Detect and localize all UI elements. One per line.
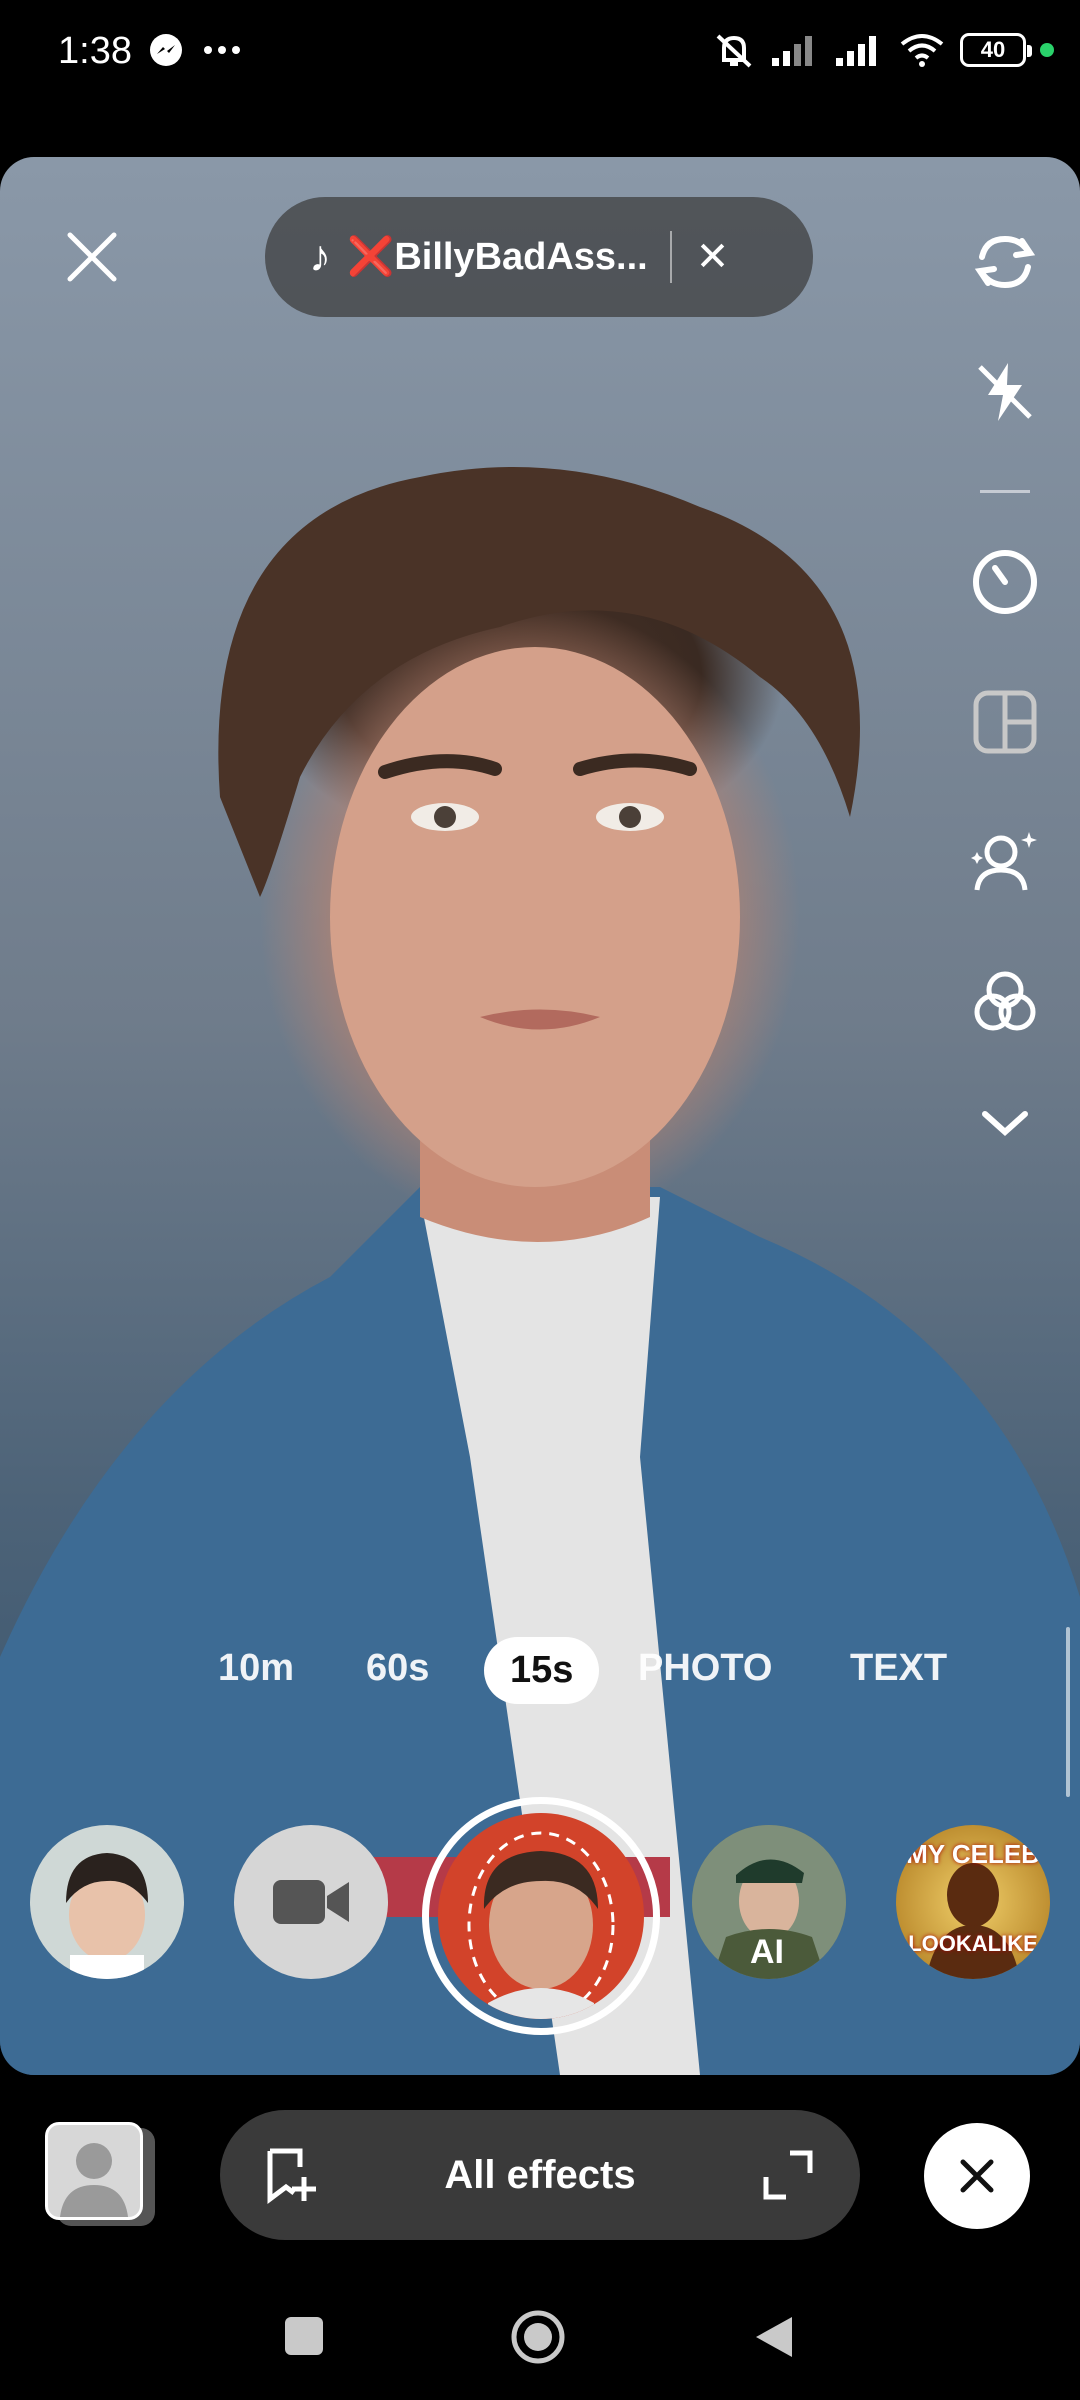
all-effects-pill[interactable]: All effects — [220, 2110, 860, 2240]
gallery-button[interactable] — [45, 2122, 143, 2220]
close-camera-icon[interactable] — [62, 227, 122, 287]
mode-text[interactable]: TEXT — [850, 1647, 947, 1690]
timer-icon — [973, 550, 1037, 614]
celeb-lookalike-effect[interactable]: MY CELEB LOOKALIKE — [896, 1825, 1050, 1979]
more-tools-button[interactable] — [960, 1077, 1050, 1167]
close-effects-button[interactable] — [924, 2123, 1030, 2229]
soldier-ai-effect[interactable]: AI — [692, 1825, 846, 1979]
mode-60s[interactable]: 60s — [366, 1647, 429, 1690]
video-effect[interactable] — [234, 1825, 388, 1979]
mode-15s[interactable]: 15s — [484, 1637, 600, 1704]
celeb-label-line1: MY CELEB — [906, 1839, 1040, 1869]
face-thumb-red — [438, 1813, 644, 2019]
status-bar: 1:38 40 — [0, 0, 1080, 110]
recents-icon[interactable] — [283, 2315, 325, 2357]
mute-icon — [716, 34, 752, 68]
avatar-placeholder-icon — [60, 2143, 128, 2217]
battery-level: 40 — [980, 37, 1006, 62]
portrait-effect[interactable] — [30, 1825, 184, 1979]
green-dot — [1040, 43, 1054, 57]
effects-carousel: AI MY CELEB LOOKALIKE — [0, 1797, 1080, 2037]
signal-icon — [836, 36, 876, 66]
mode-10m[interactable]: 10m — [218, 1647, 294, 1690]
status-time: 1:38 — [58, 30, 132, 72]
music-pill[interactable]: ♪ ❌BillyBadAss... ✕ — [265, 197, 813, 317]
bottom-bar: All effects — [0, 2075, 1080, 2275]
ai-badge: AI — [750, 1933, 784, 1971]
capture-modes: 10m 60s 15s PHOTO TEXT — [0, 1637, 1080, 1717]
mode-photo[interactable]: PHOTO — [638, 1647, 772, 1690]
expand-icon[interactable] — [760, 2147, 816, 2203]
battery-icon: 40 — [960, 33, 1032, 67]
status-left-icons — [148, 32, 242, 68]
signal-icon — [772, 36, 812, 66]
flash-off-icon — [978, 363, 1032, 421]
layout-button[interactable] — [960, 677, 1050, 767]
music-note-icon: ♪ — [309, 232, 331, 281]
wifi-icon — [900, 34, 944, 67]
messenger-icon — [150, 34, 182, 66]
retouch-button[interactable] — [960, 817, 1050, 907]
selected-effect[interactable] — [422, 1797, 660, 2035]
rail-separator — [980, 490, 1030, 493]
pill-divider — [669, 231, 672, 283]
camera-viewport[interactable]: ♪ ❌BillyBadAss... ✕ 10m 60s 15s PHOTO TE… — [0, 157, 1080, 2075]
status-right-icons: 40 — [712, 30, 1054, 70]
filters-icon — [974, 971, 1036, 1031]
music-title: ❌BillyBadAss... — [347, 236, 648, 278]
home-icon[interactable] — [510, 2309, 566, 2365]
close-icon — [960, 2159, 994, 2193]
remove-music-button[interactable]: ✕ — [696, 234, 730, 280]
layout-icon — [973, 690, 1037, 754]
face-thumb — [66, 1853, 148, 1979]
camera-preview — [0, 467, 1080, 2075]
filters-button[interactable] — [960, 957, 1050, 1047]
timer-button[interactable] — [960, 537, 1050, 627]
flip-camera-button[interactable] — [960, 217, 1050, 307]
flip-camera-icon — [974, 235, 1036, 289]
video-camera-icon — [273, 1880, 349, 1924]
back-icon[interactable] — [752, 2315, 796, 2359]
more-dots-icon — [204, 46, 240, 54]
system-nav-bar — [0, 2275, 1080, 2400]
chevron-down-icon — [982, 1111, 1028, 1137]
celeb-label-line2: LOOKALIKE — [908, 1931, 1038, 1956]
retouch-icon — [971, 832, 1037, 891]
flash-button[interactable] — [960, 347, 1050, 437]
